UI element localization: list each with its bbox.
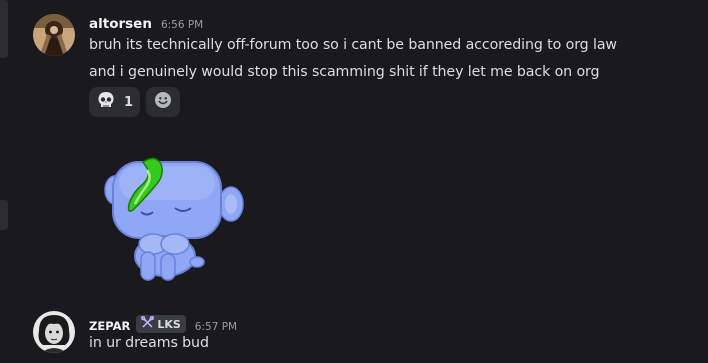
tag-label: LKS xyxy=(157,317,181,331)
timestamp[interactable]: 6:57 PM xyxy=(195,321,237,333)
avatar[interactable] xyxy=(33,311,75,353)
add-reaction-button[interactable] xyxy=(146,87,181,117)
reaction-skull[interactable]: 1 xyxy=(89,87,141,117)
avatar[interactable] xyxy=(33,14,75,56)
message-text: in ur dreams bud xyxy=(89,335,209,351)
username[interactable]: ZEPAR xyxy=(89,319,130,333)
server-tag[interactable]: LKS xyxy=(136,315,186,333)
message-zepar: ZEPAR LKS 6:57 PM in ur dreams bud xyxy=(30,311,708,361)
skull-icon xyxy=(96,90,116,114)
message-text: bruh its technically off-forum too so i … xyxy=(89,37,617,53)
message-text: and i genuinely would stop this scamming… xyxy=(89,64,600,80)
rail-tab[interactable] xyxy=(0,0,8,58)
rail-tab[interactable] xyxy=(0,200,8,230)
username[interactable]: altorsen xyxy=(89,16,152,32)
reaction-count: 1 xyxy=(124,94,134,110)
timestamp[interactable]: 6:56 PM xyxy=(161,19,203,31)
left-rail xyxy=(0,0,10,363)
swords-icon xyxy=(141,316,155,332)
smiley-add-icon xyxy=(153,90,173,114)
sticker-image[interactable] xyxy=(103,156,245,284)
